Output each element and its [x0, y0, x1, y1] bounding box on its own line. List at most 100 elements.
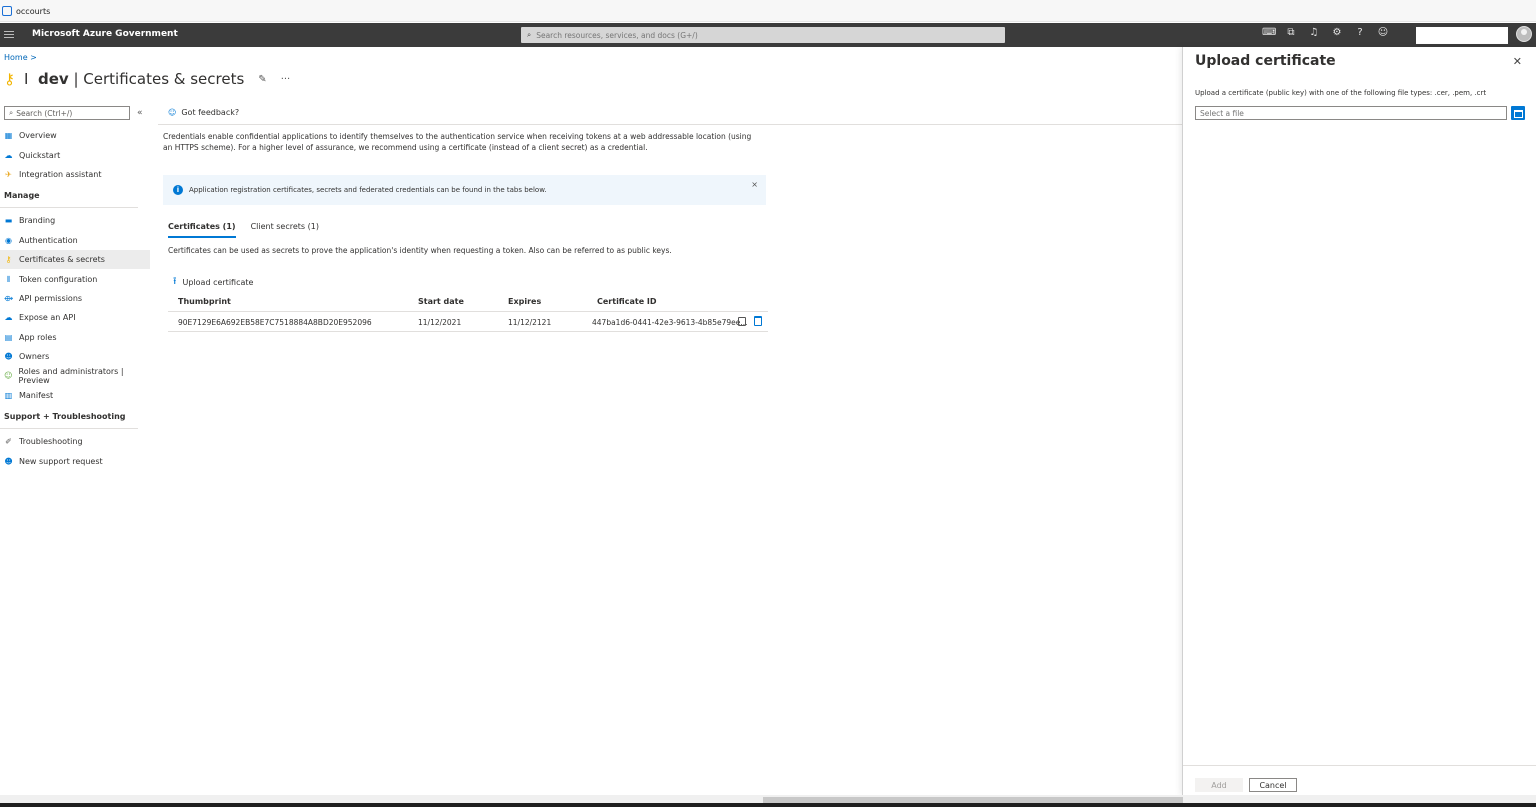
- upload-certificate-label: Upload certificate: [182, 278, 254, 287]
- authentication-icon: ◉: [5, 235, 12, 245]
- sidebar-item-label: Troubleshooting: [19, 437, 83, 447]
- cell-expires: 11/12/2121: [508, 318, 552, 327]
- sidebar-item-label: Quickstart: [19, 150, 61, 160]
- tab-client-secrets[interactable]: Client secrets (1): [251, 222, 319, 238]
- file-select-input[interactable]: [1195, 106, 1507, 120]
- table-row-divider: [168, 331, 768, 332]
- rocket-icon: ✈: [5, 169, 12, 179]
- global-search-input[interactable]: [536, 30, 977, 40]
- manifest-icon: ▥: [4, 390, 13, 400]
- sidebar-item-label: Certificates & secrets: [19, 255, 105, 265]
- grid-icon: ▦: [4, 131, 13, 141]
- more-options-icon[interactable]: ···: [281, 74, 291, 85]
- sidebar-section-support: Support + Troubleshooting: [0, 405, 138, 430]
- info-icon: i: [173, 185, 183, 195]
- sidebar-nav: ▦ Overview ☁ Quickstart ✈ Integration as…: [0, 126, 150, 471]
- feedback-icon: ☺: [168, 108, 177, 117]
- terminal-icon[interactable]: ⌨: [1262, 27, 1276, 39]
- upload-arrow-icon: ⭱: [173, 276, 177, 287]
- sidebar-item-label: API permissions: [19, 293, 83, 303]
- close-icon[interactable]: ×: [751, 180, 758, 189]
- credential-tabs: Certificates (1) Client secrets (1): [168, 222, 319, 238]
- sidebar-item-label: Token configuration: [19, 274, 98, 284]
- collapse-sidebar-button[interactable]: «: [137, 108, 143, 118]
- browser-tab-bar: occourts: [0, 0, 1536, 22]
- key-icon: ⚷: [4, 70, 15, 88]
- copy-icon[interactable]: [738, 317, 746, 326]
- sidebar-item-label: Overview: [19, 131, 57, 141]
- gear-icon[interactable]: ⚙: [1331, 27, 1343, 39]
- account-info[interactable]: [1416, 27, 1508, 44]
- wrench-icon: ✐: [5, 437, 12, 447]
- bell-icon[interactable]: ♫: [1308, 27, 1320, 39]
- table-header-divider: [168, 311, 768, 312]
- help-icon[interactable]: ?: [1354, 27, 1366, 39]
- column-header-thumbprint: Thumbprint: [178, 297, 231, 306]
- portal-brand[interactable]: Microsoft Azure Government: [32, 29, 178, 39]
- sidebar-item-app-roles[interactable]: ▤ App roles: [0, 328, 150, 347]
- feedback-button[interactable]: ☺ Got feedback?: [168, 108, 239, 117]
- close-icon[interactable]: ✕: [1513, 55, 1522, 68]
- sidebar-item-roles-administrators[interactable]: ☺ Roles and administrators | Preview: [0, 366, 150, 385]
- column-header-expires: Expires: [508, 297, 542, 306]
- feedback-icon[interactable]: ☺: [1377, 27, 1389, 39]
- browser-tab[interactable]: occourts: [2, 4, 50, 18]
- page-title-name: dev: [37, 70, 69, 88]
- sidebar-search-input[interactable]: ⌕ Search (Ctrl+/): [4, 106, 130, 120]
- command-bar-divider: [158, 124, 1182, 125]
- branding-icon: ▬: [4, 216, 13, 226]
- delete-icon[interactable]: [754, 316, 762, 326]
- breadcrumb[interactable]: Home >: [4, 53, 37, 62]
- sidebar-item-label: Owners: [19, 352, 50, 362]
- upload-certificate-button[interactable]: ⭱ Upload certificate: [173, 274, 253, 291]
- roles-icon: ☺: [4, 371, 13, 381]
- info-banner: i Application registration certificates,…: [163, 175, 766, 205]
- sidebar-item-quickstart[interactable]: ☁ Quickstart: [0, 145, 150, 164]
- page-title: I dev | Certificates & secrets: [24, 70, 244, 88]
- sidebar-item-authentication[interactable]: ◉ Authentication: [0, 231, 150, 250]
- taskbar-strip: [0, 803, 1536, 807]
- permissions-icon: ⟴: [4, 293, 14, 303]
- avatar[interactable]: [1516, 26, 1532, 42]
- sidebar-item-label: App roles: [19, 332, 57, 342]
- add-button[interactable]: Add: [1195, 778, 1243, 792]
- feedback-label: Got feedback?: [181, 108, 240, 117]
- sidebar-item-branding[interactable]: ▬ Branding: [0, 211, 150, 230]
- sidebar-item-manifest[interactable]: ▥ Manifest: [0, 386, 150, 405]
- column-header-start-date: Start date: [418, 297, 464, 306]
- support-person-icon: ☻: [4, 456, 13, 466]
- sidebar-item-label: Expose an API: [19, 313, 76, 323]
- cloud-icon: ☁: [4, 150, 13, 160]
- page-title-prefix: I: [24, 70, 29, 88]
- sidebar-item-label: Manifest: [19, 390, 54, 400]
- sidebar-item-token-configuration[interactable]: ⦀ Token configuration: [0, 269, 150, 288]
- cancel-button[interactable]: Cancel: [1249, 778, 1297, 792]
- sidebar-item-overview[interactable]: ▦ Overview: [0, 126, 150, 145]
- tab-certificates[interactable]: Certificates (1): [168, 222, 236, 238]
- sidebar-item-certificates-secrets[interactable]: ⚷ Certificates & secrets: [0, 249, 150, 270]
- panel-title: Upload certificate: [1195, 53, 1336, 69]
- sidebar-item-troubleshooting[interactable]: ✐ Troubleshooting: [0, 432, 150, 451]
- pin-icon[interactable]: ✎: [258, 74, 266, 85]
- page-description: Credentials enable confidential applicat…: [163, 132, 752, 152]
- sidebar-item-label: New support request: [19, 456, 103, 466]
- search-icon: ⌕: [9, 108, 14, 117]
- folder-icon[interactable]: [1511, 106, 1525, 120]
- cell-start-date: 11/12/2021: [418, 318, 462, 327]
- directory-filter-icon[interactable]: ⧉: [1285, 27, 1297, 39]
- sidebar-item-owners[interactable]: ☻ Owners: [0, 347, 150, 366]
- sidebar-item-new-support-request[interactable]: ☻ New support request: [0, 451, 150, 470]
- cell-thumbprint: 90E7129E6A692EB58E7C7518884A8BD20E952096: [178, 318, 372, 327]
- sidebar-search-placeholder: Search (Ctrl+/): [16, 108, 73, 118]
- page-title-rest: | Certificates & secrets: [68, 70, 245, 88]
- hamburger-menu-icon[interactable]: [4, 29, 14, 39]
- key-icon: ⚷: [5, 255, 12, 265]
- sidebar-item-expose-api[interactable]: ☁ Expose an API: [0, 308, 150, 327]
- global-search-box[interactable]: ⌕: [521, 27, 1005, 43]
- sidebar-item-api-permissions[interactable]: ⟴ API permissions: [0, 289, 150, 308]
- search-icon: ⌕: [527, 30, 532, 39]
- sidebar-item-integration-assistant[interactable]: ✈ Integration assistant: [0, 165, 150, 184]
- info-banner-text: Application registration certificates, s…: [189, 186, 547, 194]
- app-roles-icon: ▤: [4, 332, 13, 342]
- sidebar-item-label: Branding: [19, 216, 56, 226]
